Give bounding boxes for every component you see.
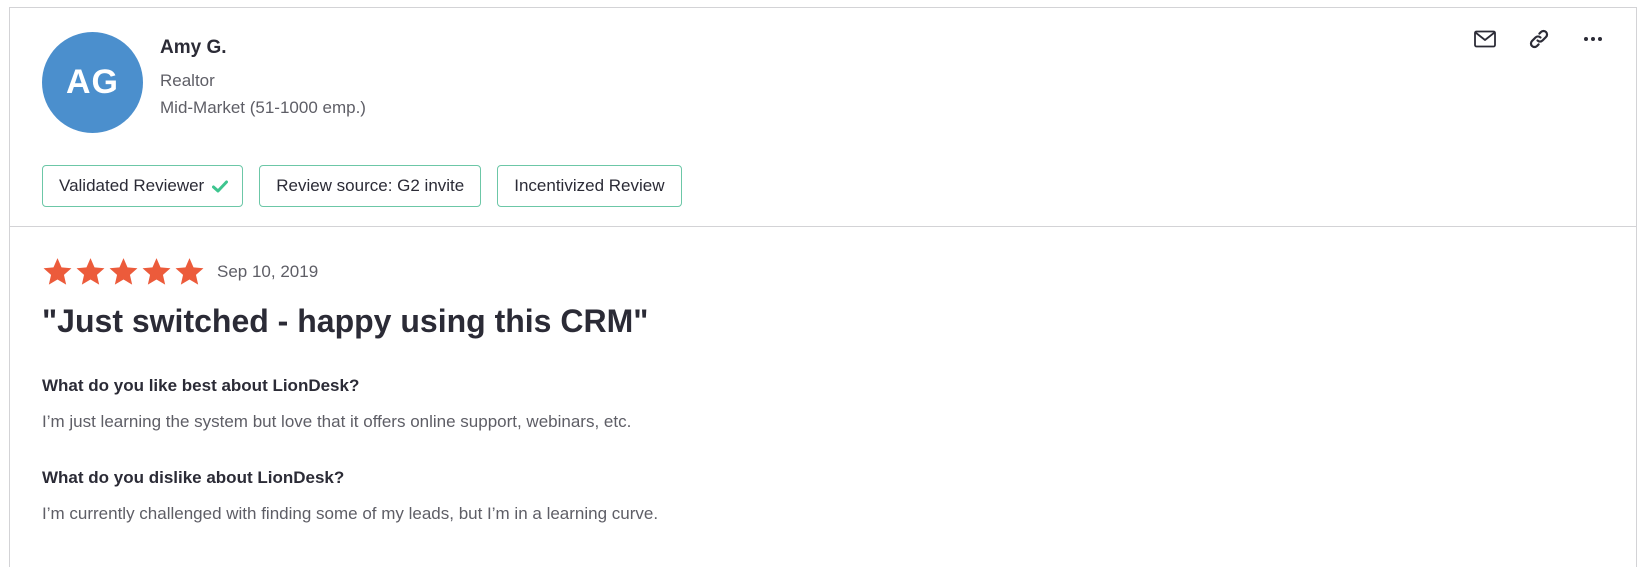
validated-reviewer-badge[interactable]: Validated Reviewer	[42, 165, 244, 207]
question-like-best: What do you like best about LionDesk?	[42, 376, 360, 395]
validated-reviewer-label: Validated Reviewer	[59, 176, 205, 195]
incentivized-review-badge[interactable]: Incentivized Review	[497, 165, 682, 207]
question-dislike: What do you dislike about LionDesk?	[42, 468, 345, 487]
star-icon	[76, 258, 105, 285]
star-icon	[43, 258, 72, 285]
reviewer-header: AG Amy G. Realtor Mid-Market (51-1000 em…	[10, 8, 1636, 227]
reviewer-title: Realtor	[160, 71, 215, 90]
incentivized-review-label: Incentivized Review	[514, 176, 665, 195]
star-icon	[142, 258, 171, 285]
review-source-label: Review source: G2 invite	[276, 176, 465, 195]
star-rating	[42, 257, 205, 287]
star-icon	[175, 258, 204, 285]
review-date: Sep 10, 2019	[217, 262, 319, 281]
avatar: AG	[42, 32, 143, 133]
review-source-badge[interactable]: Review source: G2 invite	[259, 165, 482, 207]
reviewer-company-size: Mid-Market (51-1000 emp.)	[160, 98, 366, 117]
review-card: AG Amy G. Realtor Mid-Market (51-1000 em…	[9, 7, 1637, 567]
avatar-initials: AG	[66, 63, 119, 101]
answer-like-best: I’m just learning the system but love th…	[42, 412, 632, 431]
reviewer-name[interactable]: Amy G.	[160, 37, 227, 59]
link-icon[interactable]	[1526, 26, 1552, 52]
answer-dislike: I’m currently challenged with finding so…	[42, 504, 659, 523]
more-options-icon[interactable]	[1580, 26, 1606, 52]
envelope-icon[interactable]	[1472, 26, 1498, 52]
star-icon	[109, 258, 138, 285]
review-actions	[1472, 26, 1606, 52]
reviewer-badges: Validated Reviewer Review source: G2 inv…	[42, 165, 682, 207]
review-title[interactable]: "Just switched - happy using this CRM"	[42, 303, 648, 340]
rating-row: Sep 10, 2019	[42, 257, 318, 287]
checkmark-icon	[212, 180, 229, 192]
